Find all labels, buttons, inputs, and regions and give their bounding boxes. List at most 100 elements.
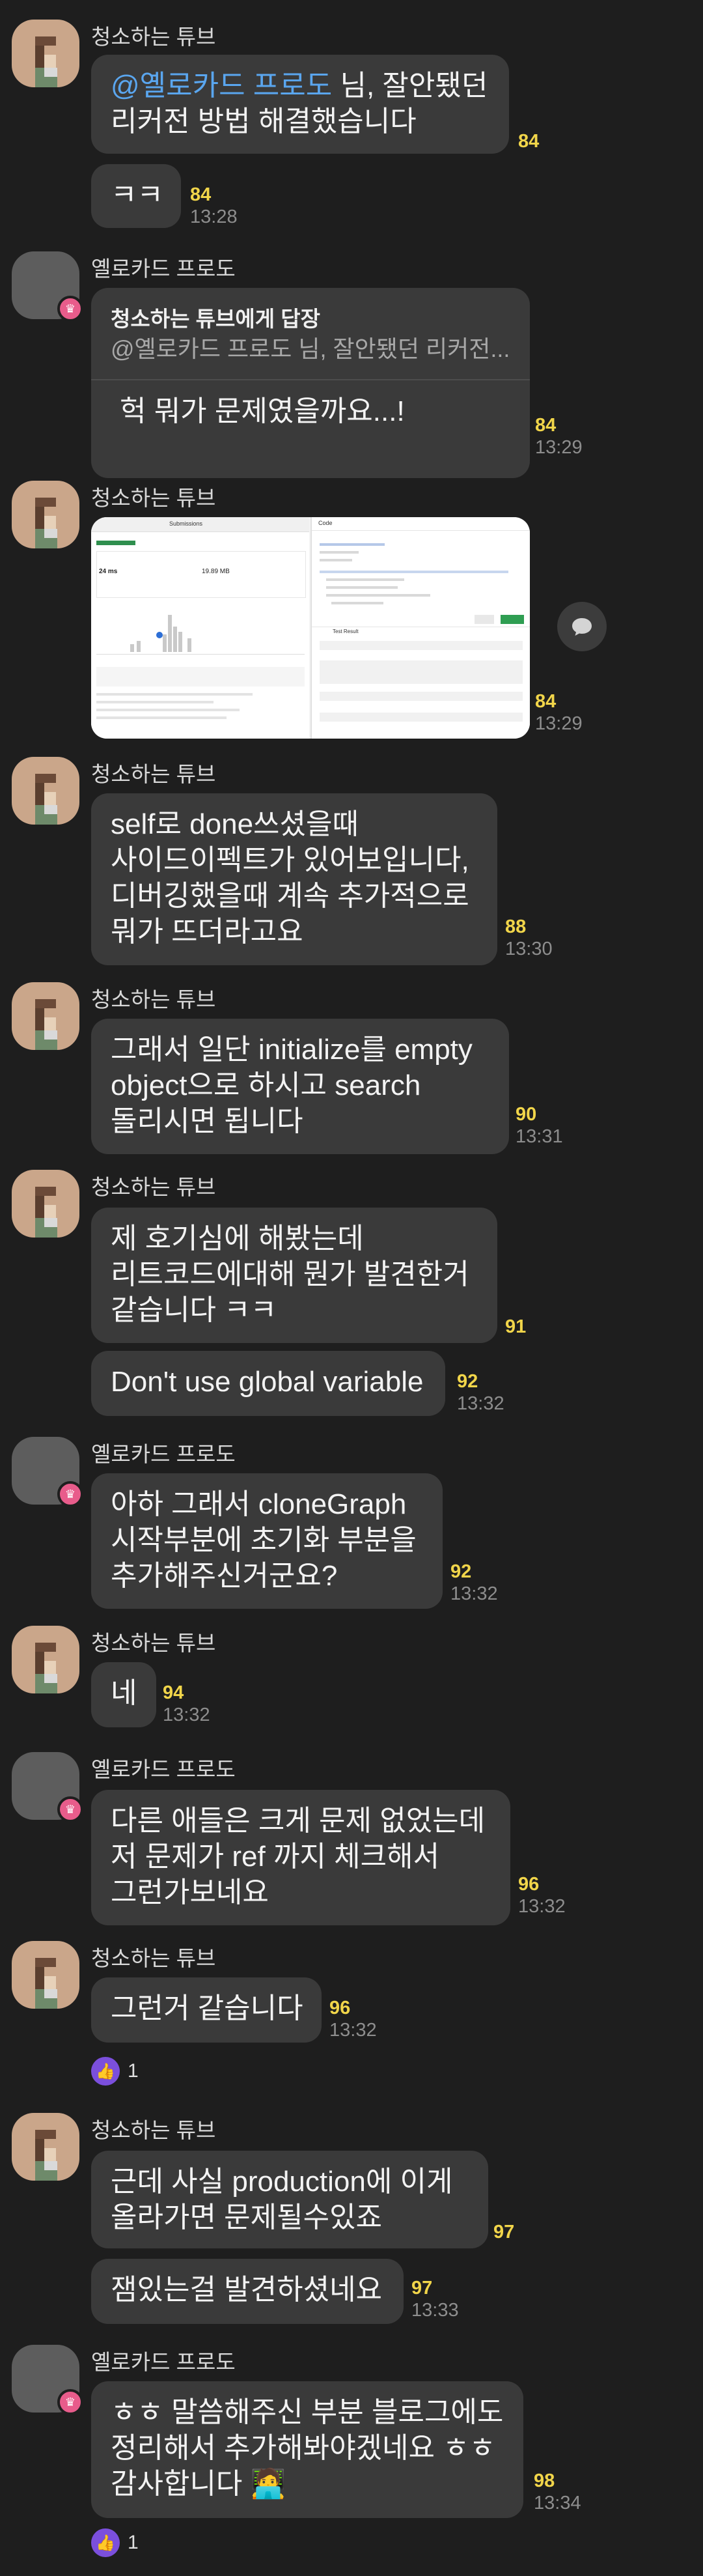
image-tab-label: Submissions — [169, 520, 203, 527]
image-test-tab: Test Result — [333, 629, 359, 634]
message-line: 근데 사실 production에 이게 — [111, 2166, 453, 2198]
avatar[interactable] — [12, 1170, 79, 1238]
avatar[interactable] — [12, 481, 79, 548]
avatar[interactable] — [12, 2113, 79, 2181]
timestamp: 13:29 — [535, 713, 583, 734]
timestamp: 13:31 — [516, 1126, 563, 1147]
message-line: 정리해서 추가해봐야겠네요 ㅎㅎ — [111, 2432, 496, 2464]
message-bubble[interactable]: 그래서 일단 initialize를 empty object으로 하시고 se… — [91, 1019, 509, 1154]
message-bubble[interactable]: 근데 사실 production에 이게 올라가면 문제될수있죠 — [91, 2151, 488, 2248]
image-hist-bar — [130, 644, 134, 652]
message-bubble[interactable]: 아하 그래서 cloneGraph 시작부분에 초기화 부분을 추가해주신거군요… — [91, 1473, 443, 1609]
message-line: 아하 그래서 cloneGraph — [111, 1488, 407, 1520]
sender-name: 청소하는 튜브 — [91, 2118, 216, 2142]
reply-bubble[interactable]: 청소하는 튜브에게 답장 @옐로카드 프로도 님, 잘안됐던 리커전... 헉 … — [91, 288, 530, 478]
unread-count: 84 — [535, 415, 557, 436]
image-runtime: 24 ms — [99, 568, 118, 575]
message-line: 같습니다 ㅋㅋ — [111, 1294, 277, 1326]
image-hist-bar — [187, 638, 191, 652]
avatar[interactable] — [12, 982, 79, 1050]
image-code-line — [96, 709, 240, 711]
message-bubble[interactable]: ㅋㅋ — [91, 164, 181, 228]
timestamp: 13:28 — [190, 206, 238, 227]
image-code-line — [320, 543, 385, 546]
sender-name: 청소하는 튜브 — [91, 486, 216, 510]
message-bubble[interactable]: 네 — [91, 1662, 156, 1727]
message-line: 잼있는걸 발견하셨네요 — [111, 2274, 383, 2306]
message-line: 다른 애들은 크게 문제 없었는데 — [111, 1805, 486, 1837]
mention-link[interactable]: @옐로카드 프로도 — [111, 70, 332, 102]
unread-count: 84 — [190, 184, 212, 205]
message-line: 그런가보네요 — [111, 1876, 269, 1908]
reaction-count: 1 — [128, 2060, 139, 2082]
message-meta: 97 — [493, 2221, 514, 2243]
image-right-panel: Code Test Result — [310, 517, 530, 739]
message-line: Don't use global variable — [111, 1366, 424, 1398]
share-icon — [572, 618, 592, 636]
sender-name: 청소하는 튜브 — [91, 1175, 216, 1199]
image-test-box — [320, 641, 523, 650]
message-bubble[interactable]: 잼있는걸 발견하셨네요 — [91, 2259, 404, 2324]
message-meta: 92 13:32 — [450, 1561, 498, 1605]
message-meta: 84 13:29 — [535, 690, 583, 735]
message-line: self로 done쓰셨을때 — [111, 808, 359, 840]
image-code-line — [320, 559, 352, 561]
sender-name: 청소하는 튜브 — [91, 25, 216, 49]
avatar[interactable]: ♛ — [12, 2345, 83, 2415]
message-line: 리커전 방법 해결했습니다 — [111, 106, 417, 137]
image-code-line — [96, 693, 253, 696]
sender-name: 옐로카드 프로도 — [91, 257, 236, 281]
image-marker — [156, 632, 163, 638]
timestamp: 13:32 — [450, 1583, 498, 1604]
avatar[interactable] — [12, 20, 79, 87]
image-code-line — [326, 578, 404, 581]
timestamp: 13:32 — [329, 2020, 377, 2041]
share-button[interactable] — [557, 602, 607, 651]
unread-count: 94 — [163, 1682, 184, 1703]
avatar[interactable] — [12, 1941, 79, 2009]
image-code-area — [96, 667, 305, 686]
message-bubble[interactable]: self로 done쓰셨을때 사이드이펙트가 있어보입니다, 디버깅했을때 계속… — [91, 793, 497, 965]
screenshot-image[interactable]: Submissions 24 ms 19.89 MB Code Test Res… — [91, 517, 530, 739]
reaction-count: 1 — [128, 2532, 139, 2553]
message-line: 그런거 같습니다 — [111, 1992, 303, 2024]
message-meta: 84 — [518, 130, 539, 152]
message-bubble[interactable]: 다른 애들은 크게 문제 없었는데 저 문제가 ref 까지 체크해서 그런가보… — [91, 1790, 510, 1925]
message-meta: 97 13:33 — [411, 2277, 459, 2321]
image-code-line — [326, 594, 430, 597]
avatar[interactable] — [12, 1626, 79, 1693]
unread-count: 84 — [535, 691, 557, 712]
sender-name: 청소하는 튜브 — [91, 1631, 216, 1655]
unread-count: 92 — [450, 1561, 472, 1582]
image-code-line — [96, 701, 214, 703]
reaction-chip[interactable]: 👍 1 — [91, 2057, 139, 2086]
timestamp: 13:32 — [518, 1896, 566, 1917]
message-meta: 88 13:30 — [505, 916, 553, 960]
message-meta: 91 — [505, 1316, 526, 1338]
sender-name: 청소하는 튜브 — [91, 1946, 216, 1970]
reaction-chip[interactable]: 👍 1 — [91, 2528, 139, 2557]
message-meta: 96 13:32 — [518, 1873, 566, 1918]
unread-count: 97 — [411, 2278, 433, 2299]
unread-count: 84 — [518, 131, 540, 152]
avatar[interactable]: ♛ — [12, 251, 83, 322]
unread-count: 90 — [516, 1104, 537, 1125]
reply-quote[interactable]: @옐로카드 프로도 님, 잘안됐던 리커전... — [111, 333, 510, 365]
message-bubble[interactable]: 그런거 같습니다 — [91, 1977, 322, 2043]
message-bubble[interactable]: @옐로카드 프로도 님, 잘안됐던 리커전 방법 해결했습니다 — [91, 55, 509, 154]
avatar[interactable]: ♛ — [12, 1437, 83, 1507]
image-code-line — [320, 551, 359, 554]
image-code-line — [320, 571, 508, 573]
avatar[interactable] — [12, 757, 79, 825]
timestamp: 13:34 — [534, 2493, 581, 2513]
avatar[interactable]: ♛ — [12, 1752, 83, 1822]
message-bubble[interactable]: 제 호기심에 해봤는데 리트코드에대해 뭔가 발견한거 같습니다 ㅋㅋ — [91, 1208, 497, 1343]
timestamp: 13:29 — [535, 437, 583, 458]
image-axis — [96, 654, 305, 655]
image-left-panel: Submissions 24 ms 19.89 MB — [91, 517, 309, 739]
crown-icon: ♛ — [57, 1481, 83, 1507]
message-bubble[interactable]: ㅎㅎ 말씀해주신 부분 블로그에도 정리해서 추가해봐야겠네요 ㅎㅎ 감사합니다… — [91, 2381, 523, 2518]
message-bubble[interactable]: Don't use global variable — [91, 1351, 445, 1416]
image-hist-bar — [163, 634, 167, 652]
message-line: 돌리시면 됩니다 — [111, 1105, 303, 1137]
